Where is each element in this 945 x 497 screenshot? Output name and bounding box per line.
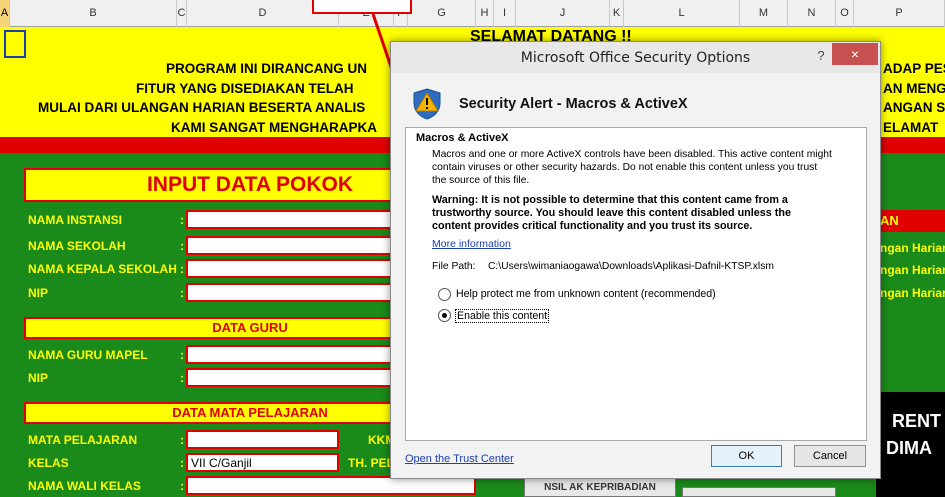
right-panel-item-3[interactable]: ngan Harian G xyxy=(880,286,945,300)
colon: : xyxy=(180,371,184,385)
field-label-nip-guru: NIP xyxy=(28,371,49,385)
colon: : xyxy=(180,213,184,227)
warning-line-3: content provides critical functionality … xyxy=(432,220,753,232)
warning-line-2: trustworthy source. You should leave thi… xyxy=(432,207,791,219)
banner-line-2: FITUR YANG DISEDIAKAN TELAH xyxy=(136,81,354,96)
description-line-2: contain viruses or other security hazard… xyxy=(432,162,818,173)
banner-line-right-2: AN MENG xyxy=(883,81,945,96)
column-header-c[interactable]: C xyxy=(177,0,187,27)
banner-line-right-1: ADAP PES xyxy=(883,61,945,76)
column-header-i[interactable]: I xyxy=(494,0,516,27)
black-panel-text-1: RENT xyxy=(892,411,941,431)
description-line-1: Macros and one or more ActiveX controls … xyxy=(432,149,832,160)
black-panel-text-2: DIMA xyxy=(886,438,932,458)
warning-line-1: Warning: It is not possible to determine… xyxy=(432,194,788,206)
colon: : xyxy=(180,239,184,253)
shield-warning-icon xyxy=(413,88,441,120)
column-header-p[interactable]: P xyxy=(854,0,945,27)
column-header-g[interactable]: G xyxy=(408,0,476,27)
column-header-b[interactable]: B xyxy=(10,0,177,27)
trust-center-link[interactable]: Open the Trust Center xyxy=(405,453,514,465)
annotation-box xyxy=(312,0,412,14)
enable-radio[interactable] xyxy=(438,309,451,322)
column-header-l[interactable]: L xyxy=(624,0,740,27)
field-label-kelas: KELAS xyxy=(28,456,69,470)
column-header-n[interactable]: N xyxy=(788,0,836,27)
file-path-value: C:\Users\wimaniaogawa\Downloads\Aplikasi… xyxy=(488,261,774,272)
ok-button[interactable]: OK xyxy=(711,445,782,467)
cancel-button[interactable]: Cancel xyxy=(794,445,866,467)
column-header-a[interactable]: A xyxy=(0,0,10,27)
colon: : xyxy=(180,479,184,493)
colon: : xyxy=(180,286,184,300)
column-header-m[interactable]: M xyxy=(740,0,788,27)
protect-radio[interactable] xyxy=(438,288,451,301)
column-header-o[interactable]: O xyxy=(836,0,854,27)
input-per-button[interactable]: NSIL AK KEPRIBADIAN xyxy=(524,478,676,497)
column-header-j[interactable]: J xyxy=(516,0,610,27)
field-label-nama-wali-kelas: NAMA WALI KELAS xyxy=(28,479,141,493)
colon: : xyxy=(180,433,184,447)
field-label-th-pel: TH. PEL xyxy=(348,456,395,470)
field-label-nama-instansi: NAMA INSTANSI xyxy=(28,213,122,227)
close-icon[interactable]: × xyxy=(832,43,878,65)
banner-line-3: MULAI DARI ULANGAN HARIAN BESERTA ANALIS xyxy=(38,100,366,115)
hidden-action-button[interactable] xyxy=(682,487,836,497)
help-icon[interactable]: ? xyxy=(813,46,829,66)
banner-line-1: PROGRAM INI DIRANCANG UN xyxy=(166,61,367,76)
right-panel-item-2[interactable]: ngan Harian S xyxy=(880,263,945,277)
mata-pelajaran-input[interactable] xyxy=(186,430,339,449)
colon: : xyxy=(180,262,184,276)
panel-title: Macros & ActiveX xyxy=(416,132,509,144)
banner-line-right-3: ANGAN S xyxy=(883,100,945,115)
field-label-nip: NIP xyxy=(28,286,49,300)
security-options-dialog: Microsoft Office Security Options ? × Se… xyxy=(390,41,881,479)
right-panel-head: AN xyxy=(876,210,945,232)
colon: : xyxy=(180,456,184,470)
kelas-input[interactable]: VII C/Ganjil xyxy=(186,453,339,472)
field-label-nama-kepala-sekolah: NAMA KEPALA SEKOLAH xyxy=(28,262,177,276)
column-header-k[interactable]: K xyxy=(610,0,624,27)
selected-cell-a1[interactable] xyxy=(4,30,26,58)
column-header-h[interactable]: H xyxy=(476,0,494,27)
file-path-label: File Path: xyxy=(432,261,476,272)
enable-option-label[interactable]: Enable this content xyxy=(455,309,550,323)
column-header-bar: A B C D E F G H I J K L M N O P xyxy=(0,0,945,27)
dialog-heading: Security Alert - Macros & ActiveX xyxy=(459,96,688,112)
colon: : xyxy=(180,348,184,362)
more-information-link[interactable]: More information xyxy=(432,238,511,250)
field-label-nama-guru-mapel: NAMA GURU MAPEL xyxy=(28,348,148,362)
dialog-title: Microsoft Office Security Options xyxy=(520,50,751,66)
right-panel-item-1[interactable]: ngan Harian 4 xyxy=(880,241,945,255)
security-details-panel: Macros & ActiveX Macros and one or more … xyxy=(405,127,867,441)
field-label-mata-pelajaran: MATA PELAJARAN xyxy=(28,433,138,447)
protect-option-label[interactable]: Help protect me from unknown content (re… xyxy=(456,288,716,300)
banner-line-4: KAMI SANGAT MENGHARAPKA xyxy=(171,120,377,135)
banner-line-right-4: ELAMAT xyxy=(883,120,939,135)
field-label-nama-sekolah: NAMA SEKOLAH xyxy=(28,239,126,253)
description-line-3: the source of this file. xyxy=(432,175,530,186)
